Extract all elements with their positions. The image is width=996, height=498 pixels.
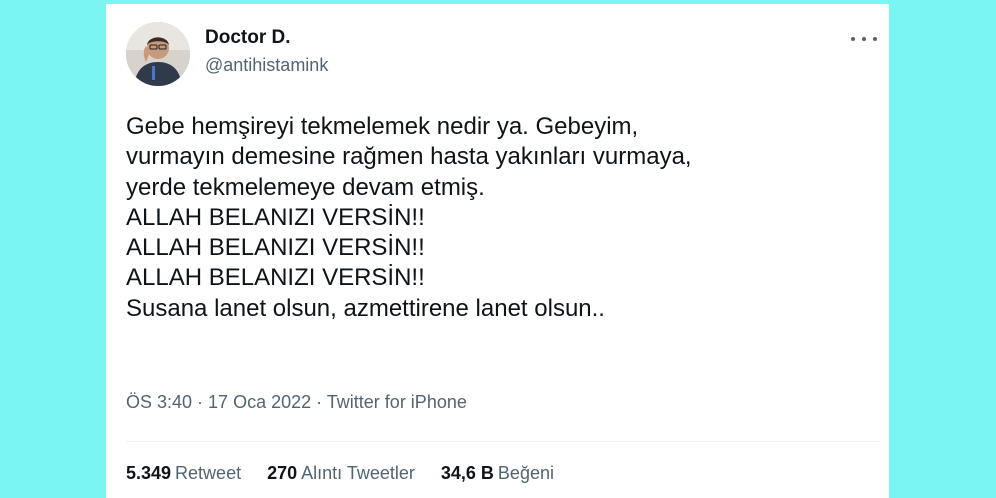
retweets-label: Retweet [175,463,242,483]
tweet-text: Gebe hemşireyi tekmelemek nedir ya. Gebe… [126,112,871,324]
tweet-text-line: ALLAH BELANIZI VERSİN!! [126,264,425,292]
quote-tweets-label: Alıntı Tweetler [301,463,415,483]
tweet-text-line: Susana lanet olsun, azmettirene lanet ol… [126,294,605,322]
retweets-stat[interactable]: 5.349 Retweet [126,463,241,484]
tweet-meta: ÖS 3:40 · 17 Oca 2022 · Twitter for iPho… [126,392,467,413]
tweet-date: 17 Oca 2022 [208,392,312,412]
likes-label: Beğeni [497,463,554,483]
avatar-photo [126,22,190,86]
tweet-text-line: yerde tekmelemeye devam etmiş. [126,173,485,201]
tweet-time: ÖS 3:40 [126,392,193,412]
avatar[interactable] [126,22,190,86]
quote-tweets-stat[interactable]: 270 Alıntı Tweetler [267,463,415,484]
more-options-icon[interactable] [851,30,877,48]
tweet-source-link[interactable]: Twitter for iPhone [327,392,467,412]
tweet-text-line: ALLAH BELANIZI VERSİN!! [126,234,425,262]
tweet-card: Doctor D. @antihistamink Gebe hemşireyi … [106,4,889,498]
divider [126,441,881,442]
meta-separator: · [311,392,327,412]
tweet-text-line: vurmayın demesine rağmen hasta yakınları… [126,143,692,171]
tweet-text-line: ALLAH BELANIZI VERSİN!! [126,203,425,231]
author-handle[interactable]: @antihistamink [205,55,328,76]
likes-stat[interactable]: 34,6 B Beğeni [441,463,554,484]
more-dot [873,37,877,41]
more-dot [862,37,866,41]
likes-count: 34,6 B [440,463,494,483]
retweets-count: 5.349 [126,463,172,483]
tweet-text-line: Gebe hemşireyi tekmelemek nedir ya. Gebe… [126,113,639,140]
tweet-stats: 5.349 Retweet 270 Alıntı Tweetler 34,6 B Be… [126,463,580,484]
author-display-name[interactable]: Doctor D. [205,27,291,49]
tweet-timestamp-link[interactable]: ÖS 3:40 · 17 Oca 2022 [126,392,311,412]
more-dot [851,37,855,41]
quote-tweets-count: 270 [267,463,298,483]
meta-separator: · [192,392,209,412]
